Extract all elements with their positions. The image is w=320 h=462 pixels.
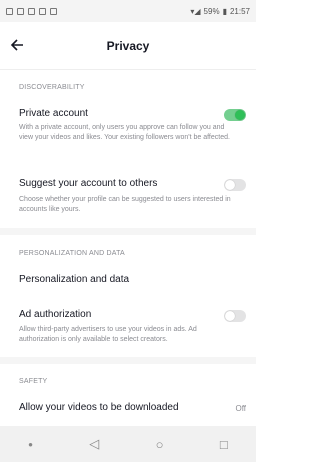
section-heading-discoverability: DISCOVERABILITY xyxy=(19,84,85,91)
notification-icon xyxy=(50,7,57,15)
page-title: Privacy xyxy=(106,38,150,53)
dot-icon: • xyxy=(28,436,33,452)
ad-authorization-description: Allow third-party advertisers to use you… xyxy=(19,326,197,343)
toggle-knob xyxy=(225,311,235,321)
system-navbar: • ◁ ○ □ xyxy=(0,426,256,462)
clock: 21:57 xyxy=(229,6,250,16)
status-bar: ▾◢ 59% ▮ 21:57 xyxy=(0,0,256,22)
section-divider xyxy=(0,228,256,235)
signal-icon: ▾◢ xyxy=(190,6,201,16)
toggle-knob xyxy=(235,110,245,120)
notification-icon xyxy=(17,7,24,15)
suggest-account-toggle[interactable] xyxy=(224,179,246,191)
nav-back-icon[interactable]: ◁ xyxy=(89,436,99,452)
header: Privacy xyxy=(0,22,256,70)
battery-text: 59% xyxy=(203,6,220,16)
private-account-description: With a private account, only users you a… xyxy=(19,124,230,141)
ad-authorization-title: Ad authorization xyxy=(19,309,92,320)
allow-download-value: Off xyxy=(235,404,246,413)
suggest-account-title: Suggest your account to others xyxy=(19,178,158,189)
nav-home-icon[interactable]: ○ xyxy=(156,437,164,452)
system-status: ▾◢ 59% ▮ 21:57 xyxy=(190,7,250,16)
notification-icon xyxy=(28,7,35,15)
private-account-toggle[interactable] xyxy=(224,109,246,121)
section-heading-personalization: PERSONALIZATION AND DATA xyxy=(19,250,125,257)
suggest-account-description: Choose whether your profile can be sugge… xyxy=(19,196,231,213)
toggle-knob xyxy=(225,180,235,190)
nav-recents-icon[interactable]: □ xyxy=(220,437,228,452)
notification-icon xyxy=(6,7,13,15)
personalization-data-item[interactable]: Personalization and data xyxy=(19,274,129,285)
battery-icon: ▮ xyxy=(222,6,227,16)
notification-icon xyxy=(39,7,46,15)
arrow-left-icon[interactable] xyxy=(10,35,30,55)
ad-authorization-toggle[interactable] xyxy=(224,310,246,322)
allow-download-item[interactable]: Allow your videos to be downloaded xyxy=(19,402,179,413)
notification-icons xyxy=(6,7,57,15)
private-account-title: Private account xyxy=(19,108,88,119)
section-heading-safety: SAFETY xyxy=(19,378,48,385)
section-divider xyxy=(0,357,256,364)
